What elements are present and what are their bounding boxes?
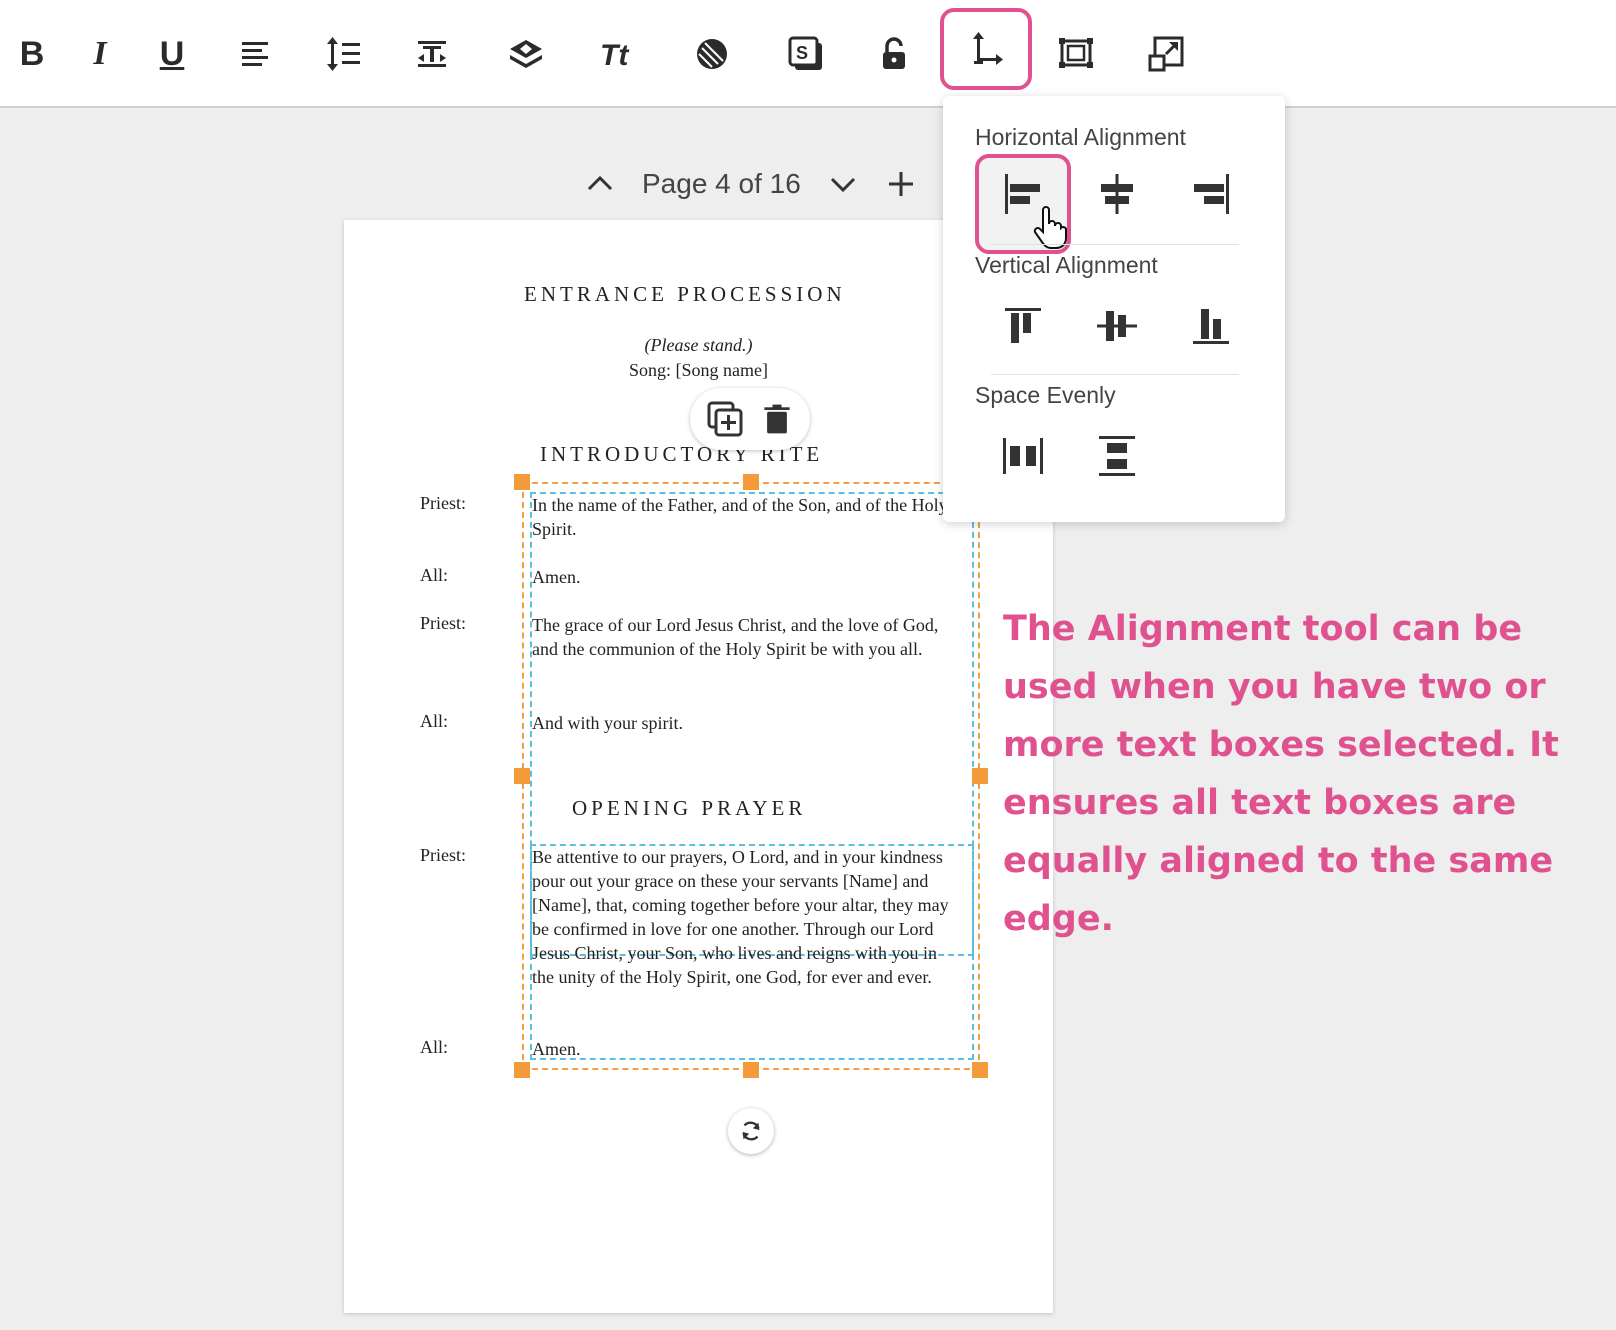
fill-pattern-button[interactable]	[680, 22, 744, 86]
plus-icon	[888, 172, 913, 196]
style-button[interactable]: S	[774, 22, 838, 86]
paragraph-text: Amen.	[532, 1039, 581, 1059]
paragraph-text: Be attentive to our prayers, O Lord, and…	[532, 847, 949, 987]
line-spacing-icon	[327, 37, 360, 71]
chevron-down-icon	[830, 177, 855, 193]
font-size-button[interactable]: Tt	[586, 22, 650, 86]
duplicate-icon[interactable]	[705, 399, 745, 439]
line-spacing-button[interactable]	[312, 22, 376, 86]
layers-icon	[510, 40, 542, 68]
fill-pattern-icon	[697, 39, 727, 69]
resize-button[interactable]	[1134, 22, 1198, 86]
paragraph-text: In the name of the Father, and of the So…	[532, 495, 948, 539]
page-indicator: Page 4 of 16	[642, 168, 801, 199]
svg-text:S: S	[796, 43, 808, 63]
text-box-icon	[418, 41, 446, 67]
add-page-button[interactable]	[881, 164, 921, 204]
align-top-button[interactable]	[991, 294, 1055, 358]
resize-handle[interactable]	[743, 1062, 759, 1078]
next-page-button[interactable]	[823, 164, 863, 204]
align-bottom-button[interactable]	[1179, 294, 1243, 358]
heading-opening-prayer: OPENING PRAYER	[572, 796, 807, 820]
paragraph-text: And with your spirit.	[532, 713, 683, 733]
resize-handle[interactable]	[514, 768, 530, 784]
paragraph-text: The grace of our Lord Jesus Christ, and …	[532, 615, 939, 659]
alignment-tool-icon	[973, 32, 1003, 65]
resize-icon	[1148, 36, 1184, 72]
align-top-icon	[1005, 308, 1041, 343]
resize-handle[interactable]	[972, 768, 988, 784]
align-right-button[interactable]	[1179, 162, 1243, 226]
previous-page-button[interactable]	[580, 164, 620, 204]
menu-divider	[991, 244, 1239, 245]
fit-frame-icon	[1059, 38, 1093, 68]
alignment-tool-button[interactable]	[940, 8, 1032, 90]
chevron-up-icon	[587, 175, 613, 191]
align-middle-icon	[1097, 311, 1137, 341]
selection-actions	[690, 388, 810, 450]
align-center-icon	[1101, 174, 1133, 214]
space-vertical-button[interactable]	[1085, 424, 1149, 488]
speaker-label: All:	[420, 565, 449, 585]
space-horizontal-icon	[1003, 438, 1043, 474]
speaker-label: All:	[420, 711, 449, 731]
rotate-button[interactable]	[728, 1108, 774, 1154]
bold-button[interactable]: B	[0, 22, 64, 86]
align-text-button[interactable]	[224, 22, 288, 86]
fit-frame-button[interactable]	[1044, 22, 1108, 86]
menu-divider	[991, 374, 1239, 375]
speaker-label: Priest:	[420, 493, 467, 513]
space-horizontal-button[interactable]	[991, 424, 1055, 488]
heading-entrance-procession: ENTRANCE PROCESSION	[524, 282, 846, 306]
resize-handle[interactable]	[743, 474, 759, 490]
align-left-icon	[242, 42, 268, 66]
align-right-edges-icon	[1194, 174, 1229, 214]
font-size-icon: Tt	[600, 39, 630, 72]
align-center-button[interactable]	[1085, 162, 1149, 226]
text-box-button[interactable]	[400, 22, 464, 86]
rotate-icon	[742, 1121, 760, 1141]
alignment-menu: Horizontal Alignment Vertical Alignment …	[943, 96, 1285, 522]
horizontal-alignment-title: Horizontal Alignment	[975, 124, 1186, 150]
underline-button[interactable]: U	[140, 22, 204, 86]
resize-handle[interactable]	[514, 1062, 530, 1078]
style-icon: S	[788, 36, 822, 70]
align-middle-button[interactable]	[1085, 294, 1149, 358]
layers-button[interactable]	[494, 22, 558, 86]
annotation-text: The Alignment tool can be used when you …	[1003, 609, 1559, 939]
vertical-alignment-title: Vertical Alignment	[975, 252, 1158, 278]
resize-handle[interactable]	[514, 474, 530, 490]
speaker-label: Priest:	[420, 845, 467, 865]
speaker-label: Priest:	[420, 613, 467, 633]
page-navigation: Page 4 of 16	[580, 162, 921, 206]
lock-button[interactable]	[862, 22, 926, 86]
speaker-label: All:	[420, 1037, 449, 1057]
toolbar: B I U Tt S	[0, 0, 1616, 108]
space-evenly-title: Space Evenly	[975, 382, 1116, 408]
svg-text:Tt: Tt	[600, 39, 630, 72]
resize-handle[interactable]	[972, 1062, 988, 1078]
space-vertical-icon	[1099, 436, 1135, 476]
lock-icon	[883, 37, 905, 69]
trash-icon[interactable]	[759, 401, 795, 437]
align-bottom-icon	[1193, 309, 1229, 344]
italic-button[interactable]: I	[68, 22, 132, 86]
paragraph-text: Amen.	[532, 567, 581, 587]
